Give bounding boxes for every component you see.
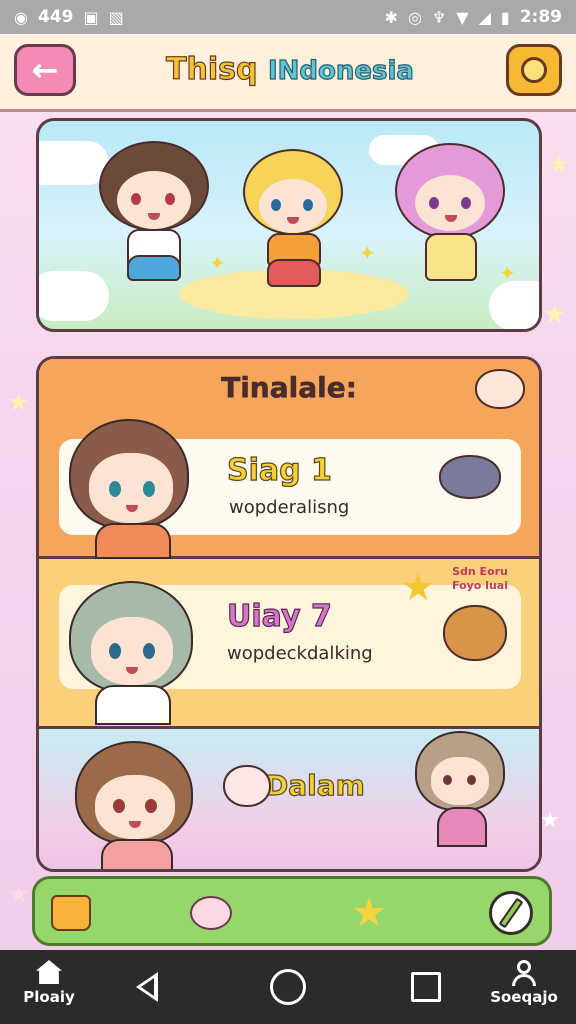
back-button[interactable]: ← bbox=[14, 44, 76, 96]
level-slot-3[interactable]: Dalam bbox=[39, 729, 539, 869]
pencil-stick bbox=[498, 897, 524, 929]
character-portrait-2 bbox=[69, 581, 199, 729]
status-right: ✱ ◎ ♆ ▼ ◢ ▮ 2:89 bbox=[385, 7, 562, 27]
star-decoration-icon: ★ bbox=[540, 808, 560, 833]
battery-icon: ▮ bbox=[500, 7, 510, 27]
status-left-text: 449 bbox=[37, 7, 74, 27]
star-decoration-icon: ★ bbox=[8, 388, 30, 416]
recent-apps-icon[interactable] bbox=[411, 972, 441, 1002]
sparkle-icon: ✦ bbox=[209, 251, 226, 275]
person-icon bbox=[511, 960, 537, 986]
nav-home-label: Ploaiy bbox=[23, 988, 75, 1006]
nav-profile-label: Soeqajo bbox=[490, 988, 558, 1006]
action-bar: ★ bbox=[32, 876, 552, 946]
wifi-icon: ▼ bbox=[456, 7, 469, 27]
nav-home[interactable]: Ploaiy bbox=[16, 960, 82, 1006]
coin-button[interactable] bbox=[506, 44, 562, 96]
level-subtitle-2: wopdeckdalking bbox=[227, 643, 373, 664]
star-decoration-icon: ★ bbox=[8, 880, 30, 908]
level-badge-text: Sdn Eoru Foyo luai bbox=[452, 565, 508, 592]
status-left: ◉ 449 ▣ ▧ bbox=[14, 7, 124, 27]
folder-icon[interactable] bbox=[51, 895, 91, 931]
app-header: ← Thisq INdonesia bbox=[0, 34, 576, 112]
photo-icon: ▣ bbox=[83, 7, 99, 27]
character-portrait-1 bbox=[69, 419, 199, 559]
house-icon bbox=[36, 960, 62, 984]
hero-banner: ✦ ✦ ✦ bbox=[36, 118, 542, 332]
app-title-part2: INdonesia bbox=[267, 55, 414, 86]
level-title-3: Dalam bbox=[264, 768, 365, 802]
star-icon: ★ bbox=[401, 565, 436, 609]
panel-header: Tinalale: bbox=[39, 359, 539, 419]
status-bar: ◉ 449 ▣ ▧ ✱ ◎ ♆ ▼ ◢ ▮ 2:89 bbox=[0, 0, 576, 34]
level-panel: Tinalale: Siag 1 wopderalisng Uiay 7 wop… bbox=[36, 356, 542, 872]
arrow-left-icon: ← bbox=[31, 51, 59, 89]
nav-profile[interactable]: Soeqajo bbox=[486, 960, 562, 1006]
character-portrait-3 bbox=[75, 741, 205, 869]
pencil-icon[interactable] bbox=[489, 891, 533, 935]
character-blonde bbox=[239, 149, 349, 319]
coin-icon bbox=[521, 57, 547, 83]
dog-pet-icon bbox=[443, 605, 507, 661]
app-title-part1: Thisq bbox=[165, 51, 258, 87]
app-title: Thisq INdonesia bbox=[130, 51, 450, 96]
image-icon: ▧ bbox=[108, 7, 124, 27]
back-triangle-inner bbox=[141, 978, 154, 996]
level-title-2: Uiay 7 bbox=[226, 598, 332, 634]
sparkle-icon: ✦ bbox=[359, 241, 376, 265]
gray-cat-pet-icon bbox=[439, 455, 501, 499]
bluetooth-icon: ✱ bbox=[384, 7, 398, 27]
alarm-icon: ◎ bbox=[407, 7, 422, 27]
sparkle-icon: ✦ bbox=[499, 261, 516, 285]
location-icon: ♆ bbox=[431, 7, 447, 27]
star-decoration-icon: ★ bbox=[543, 300, 567, 330]
star-decoration-icon: ★ bbox=[548, 150, 570, 178]
level-title-1: Siag 1 bbox=[226, 452, 332, 488]
level-subtitle-1: wopderalisng bbox=[229, 497, 350, 518]
level-slot-2[interactable]: Uiay 7 wopdeckdalking ★ Sdn Eoru Foyo lu… bbox=[39, 559, 539, 729]
notification-icon: ◉ bbox=[14, 7, 28, 27]
character-brown-hair bbox=[99, 141, 209, 311]
cat-face-icon bbox=[223, 765, 271, 807]
status-time: 2:89 bbox=[519, 7, 562, 27]
level-slot-1[interactable]: Siag 1 wopderalisng bbox=[39, 419, 539, 559]
character-pink-hair bbox=[395, 143, 505, 313]
pig-body bbox=[190, 896, 232, 930]
star-icon[interactable]: ★ bbox=[347, 891, 391, 935]
cat-pet-icon bbox=[475, 369, 525, 409]
character-portrait-4 bbox=[415, 731, 515, 851]
bottom-nav-bar: Ploaiy Soeqajo bbox=[0, 950, 576, 1024]
signal-icon: ◢ bbox=[478, 7, 491, 27]
pig-icon[interactable] bbox=[185, 891, 237, 935]
home-circle-icon[interactable] bbox=[270, 969, 306, 1005]
panel-title: Tinalale: bbox=[221, 371, 357, 405]
